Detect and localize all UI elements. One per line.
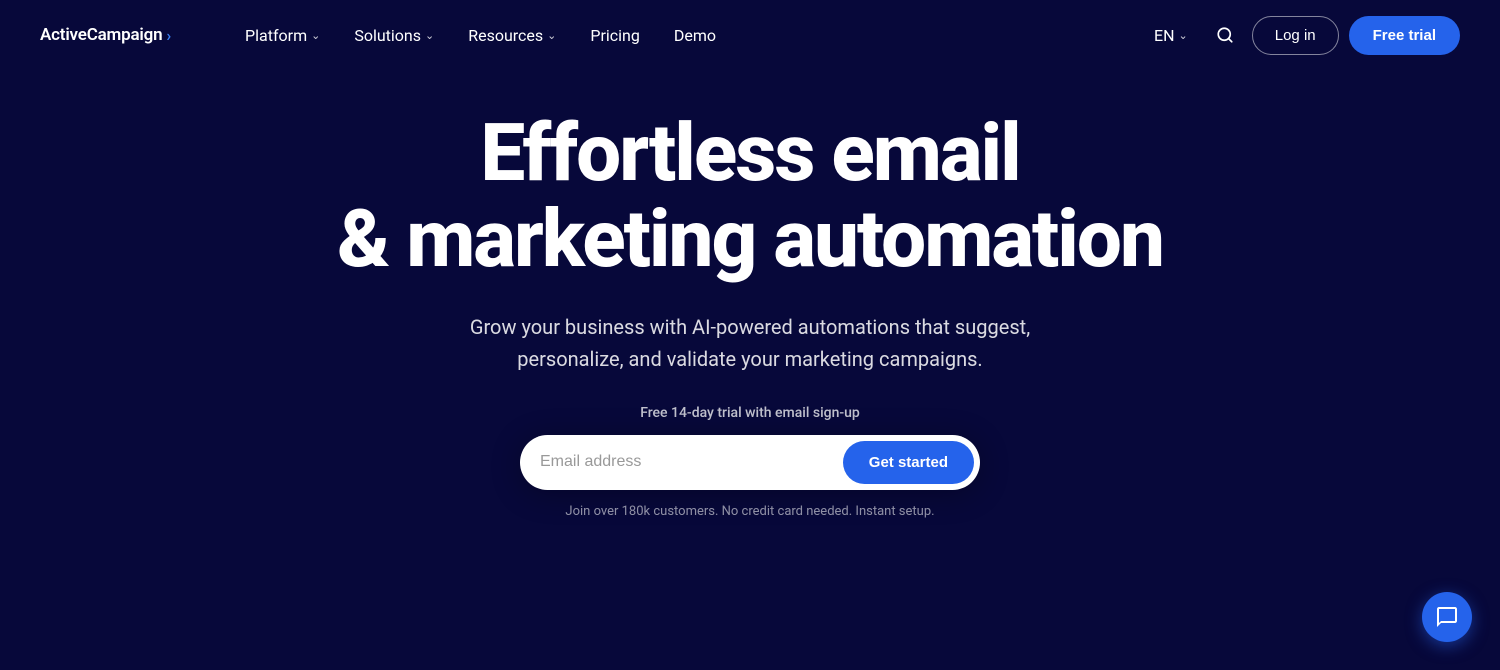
get-started-button[interactable]: Get started: [843, 441, 974, 484]
email-form: Get started: [520, 435, 980, 490]
logo[interactable]: ActiveCampaign ›: [40, 25, 171, 45]
login-button[interactable]: Log in: [1252, 16, 1339, 55]
free-trial-button[interactable]: Free trial: [1349, 16, 1460, 55]
nav-solutions[interactable]: Solutions ⌄: [340, 18, 448, 53]
nav-resources[interactable]: Resources ⌄: [454, 18, 570, 53]
chat-icon: [1435, 605, 1459, 629]
nav-links: Platform ⌄ Solutions ⌄ Resources ⌄ Prici…: [171, 18, 1144, 53]
navbar: ActiveCampaign › Platform ⌄ Solutions ⌄ …: [0, 0, 1500, 70]
hero-subtitle: Grow your business with AI-powered autom…: [460, 311, 1040, 375]
chevron-down-icon: ⌄: [425, 29, 434, 42]
trial-label: Free 14-day trial with email sign-up: [640, 405, 860, 421]
hero-title: Effortless email & marketing automation: [337, 110, 1163, 283]
nav-pricing[interactable]: Pricing: [576, 18, 654, 53]
chevron-down-icon: ⌄: [311, 29, 320, 42]
search-button[interactable]: [1208, 18, 1242, 52]
logo-text: ActiveCampaign: [40, 25, 162, 45]
search-icon: [1216, 26, 1234, 44]
chat-bubble-button[interactable]: [1422, 592, 1472, 642]
social-proof-text: Join over 180k customers. No credit card…: [565, 504, 934, 519]
chevron-down-icon: ⌄: [1179, 29, 1188, 42]
nav-platform[interactable]: Platform ⌄: [231, 18, 334, 53]
hero-section: Effortless email & marketing automation …: [0, 70, 1500, 549]
language-selector[interactable]: EN ⌄: [1144, 18, 1198, 53]
chevron-down-icon: ⌄: [547, 29, 556, 42]
nav-demo[interactable]: Demo: [660, 18, 730, 53]
email-input[interactable]: [540, 453, 843, 471]
nav-right: EN ⌄ Log in Free trial: [1144, 16, 1460, 55]
